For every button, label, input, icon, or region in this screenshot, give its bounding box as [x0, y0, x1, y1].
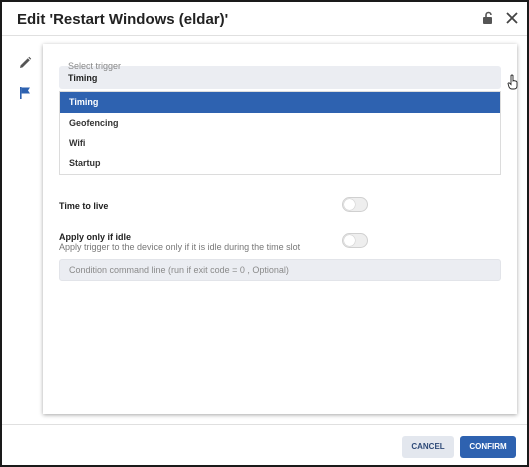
time-to-live-label: Time to live — [59, 201, 109, 211]
trigger-panel: Select trigger Timing Timing Geofencing … — [43, 44, 518, 414]
dialog-footer: CANCEL CONFIRM — [2, 424, 527, 467]
pencil-icon[interactable] — [17, 55, 33, 71]
apply-only-if-idle-toggle[interactable] — [342, 233, 368, 248]
apply-only-if-idle-description: Apply trigger to the device only if it i… — [59, 242, 301, 252]
dialog-header: Edit 'Restart Windows (eldar)' — [2, 2, 527, 36]
close-icon[interactable] — [504, 10, 520, 26]
toggle-knob — [344, 199, 355, 210]
apply-only-if-idle-label: Apply only if idle — [59, 232, 132, 242]
toggle-knob — [344, 235, 355, 246]
trigger-option-startup[interactable]: Startup — [60, 153, 500, 174]
edit-dialog: Edit 'Restart Windows (eldar)' Select tr… — [0, 0, 529, 467]
trigger-dropdown: Timing Geofencing Wifi Startup — [59, 91, 501, 175]
time-to-live-toggle[interactable] — [342, 197, 368, 212]
trigger-select-label: Select trigger — [68, 61, 122, 71]
hand-pointer-icon — [507, 74, 519, 90]
cancel-button[interactable]: CANCEL — [402, 436, 454, 458]
trigger-option-geofencing[interactable]: Geofencing — [60, 113, 500, 134]
trigger-select-value: Timing — [68, 73, 98, 83]
condition-command-input[interactable] — [59, 259, 501, 281]
trigger-option-wifi[interactable]: Wifi — [60, 133, 500, 154]
trigger-select[interactable]: Select trigger Timing — [59, 61, 518, 90]
trigger-option-timing[interactable]: Timing — [60, 92, 500, 113]
confirm-button[interactable]: CONFIRM — [460, 436, 516, 458]
flag-icon[interactable] — [17, 85, 33, 101]
unlocked-padlock-icon[interactable] — [481, 11, 495, 25]
dialog-title: Edit 'Restart Windows (eldar)' — [17, 11, 229, 28]
